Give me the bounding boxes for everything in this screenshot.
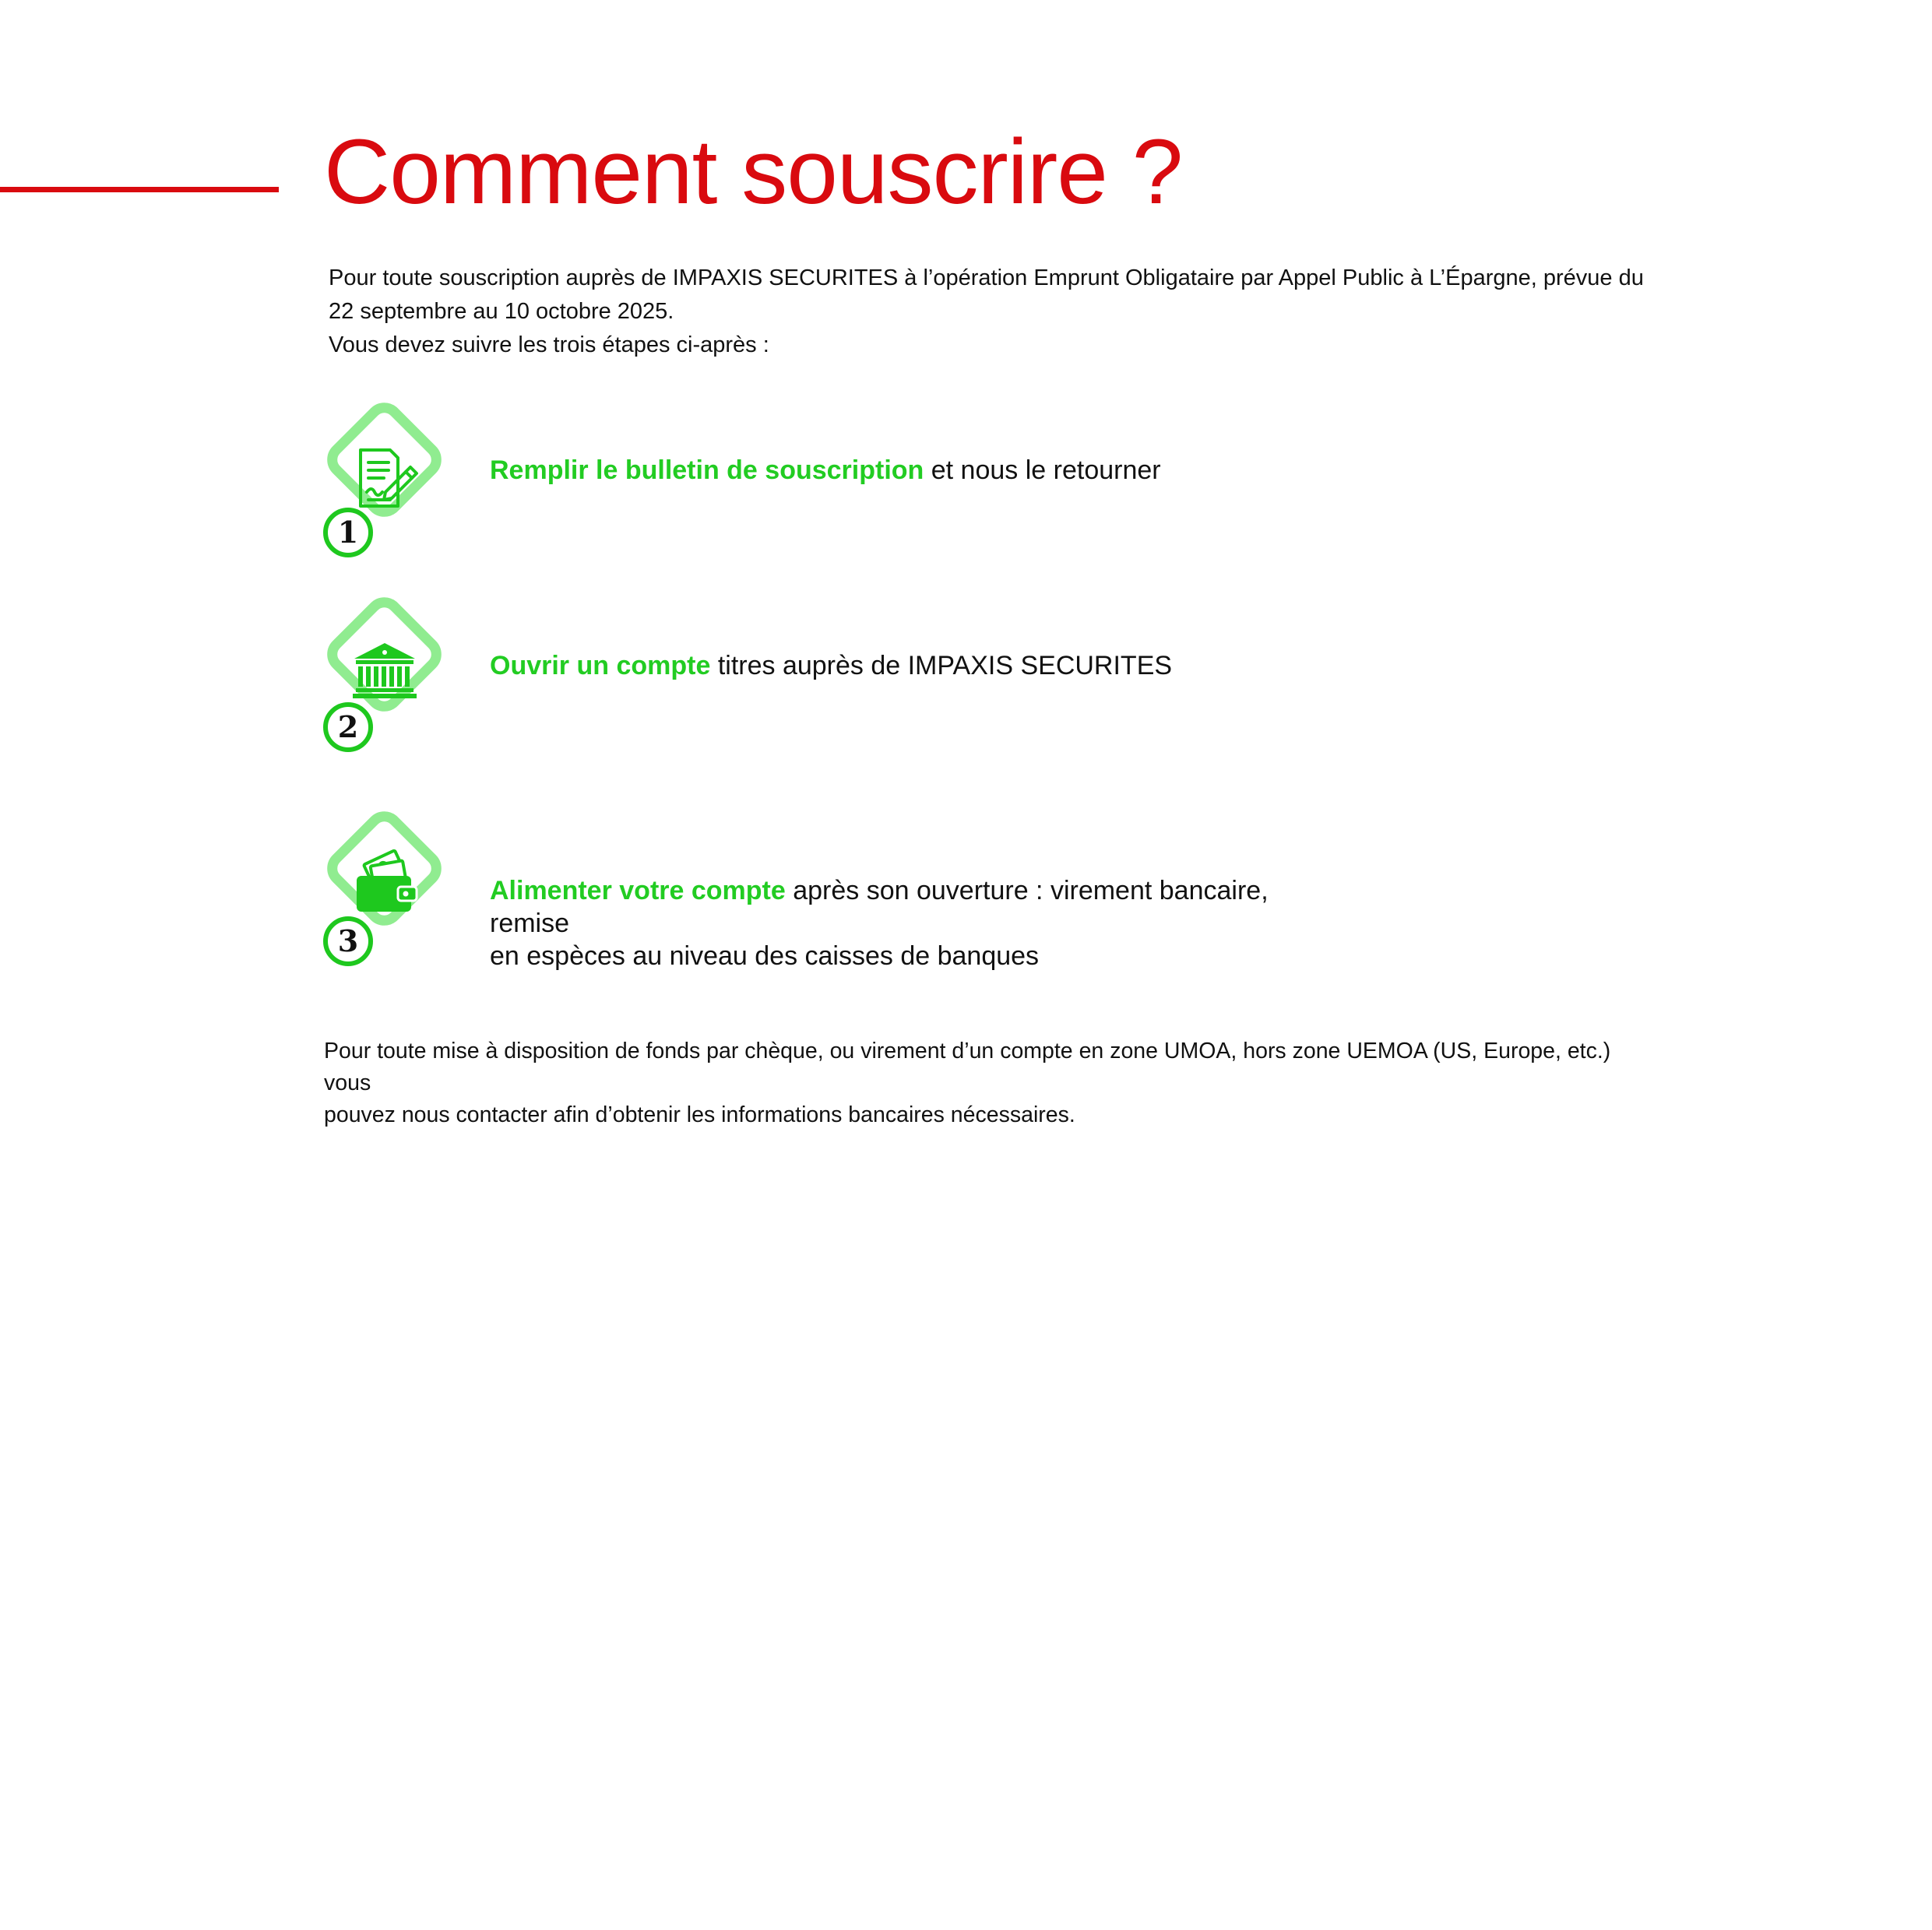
- intro-line: Vous devez suivre les trois étapes ci-ap…: [329, 332, 769, 357]
- step-highlight: Remplir le bulletin de souscription: [490, 455, 924, 485]
- step-text-line: en espèces au niveau des caisses de banq…: [490, 941, 1040, 971]
- step-text: Ouvrir un compte titres auprès de IMPAXI…: [490, 649, 1346, 682]
- step-1-badge: 1: [314, 403, 454, 567]
- footer-line: Pour toute mise à disposition de fonds p…: [324, 1039, 1611, 1095]
- intro-paragraph: Pour toute souscription auprès de IMPAXI…: [329, 262, 1652, 362]
- step-text: Remplir le bulletin de souscription et n…: [490, 454, 1346, 487]
- footer-note: Pour toute mise à disposition de fonds p…: [324, 1035, 1663, 1131]
- step-number: 2: [323, 702, 373, 752]
- step-text-line: Alimenter votre compte après son ouvertu…: [490, 874, 1346, 940]
- step-rest: titres auprès de IMPAXIS SECURITES: [710, 651, 1173, 680]
- step-highlight: Alimenter votre compte: [490, 876, 786, 905]
- step-rest: et nous le retourner: [924, 455, 1161, 485]
- footer-line: pouvez nous contacter afin d’obtenir les…: [324, 1102, 1075, 1127]
- step-text: Alimenter votre compte après son ouvertu…: [490, 874, 1346, 972]
- intro-line: Pour toute souscription auprès de IMPAXI…: [329, 265, 1644, 290]
- step-number: 3: [323, 916, 373, 966]
- step-2-badge: 2: [314, 597, 454, 761]
- intro-line: 22 septembre au 10 octobre 2025.: [329, 299, 674, 324]
- step-3-badge: 3: [314, 811, 454, 976]
- step-number: 1: [323, 508, 373, 557]
- page-title: Comment souscrire ?: [324, 121, 1183, 223]
- title-rule: [0, 187, 279, 192]
- step-highlight: Ouvrir un compte: [490, 651, 711, 680]
